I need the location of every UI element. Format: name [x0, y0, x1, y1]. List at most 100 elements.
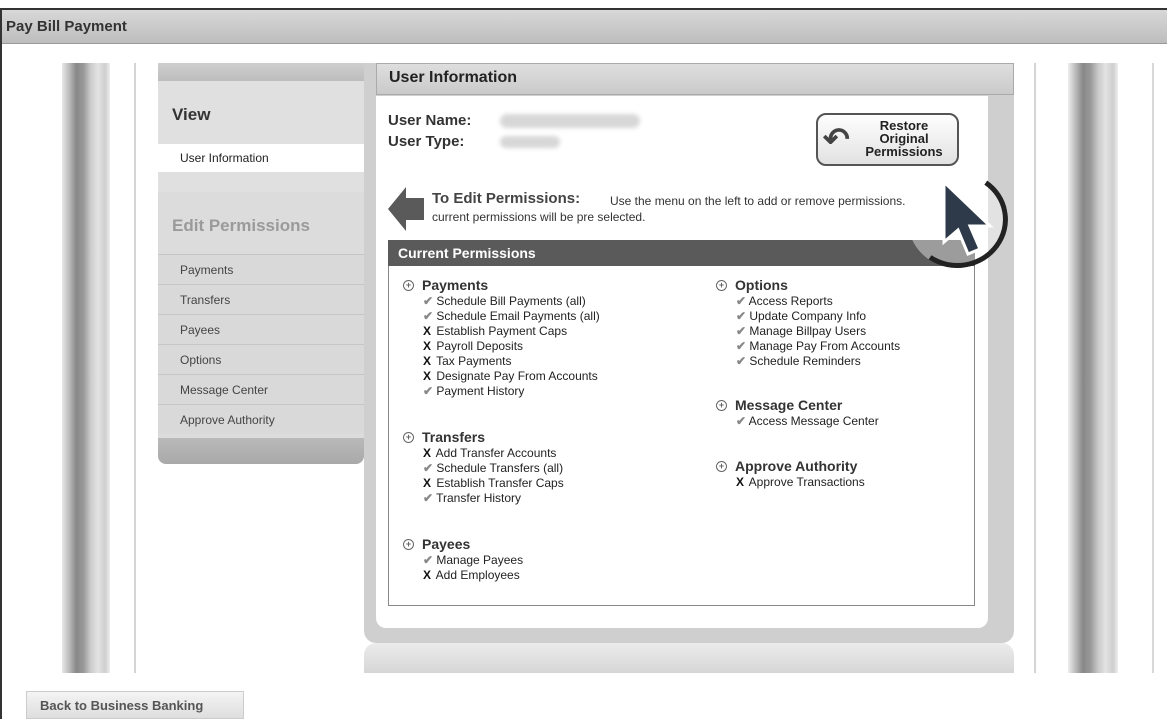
permission-item: X Add Transfer Accounts: [403, 446, 564, 461]
permission-group-title[interactable]: + Options: [716, 276, 900, 294]
permission-group-label: Payments: [422, 277, 489, 293]
decorative-stripes-left: [62, 63, 110, 673]
permission-label: Schedule Email Payments (all): [436, 309, 600, 323]
permission-label: Add Employees: [435, 568, 520, 582]
back-button-label: Back to Business Banking: [40, 698, 204, 713]
permission-item: X Approve Transactions: [716, 475, 865, 490]
expand-icon[interactable]: +: [716, 399, 727, 411]
sidebar-edit-heading: Edit Permissions: [172, 216, 310, 235]
x-icon: X: [423, 339, 432, 353]
permission-item: X Add Employees: [403, 568, 523, 583]
permission-group-title[interactable]: + Payments: [403, 276, 600, 294]
page-title: User Information: [389, 69, 518, 86]
sidebar-item-label: User Information: [180, 151, 269, 165]
window-title: Pay Bill Payment: [6, 18, 127, 35]
sidebar-item-label: Transfers: [180, 293, 231, 307]
x-icon: X: [736, 475, 745, 489]
permission-group-label: Options: [735, 277, 788, 293]
x-icon: X: [423, 568, 432, 582]
edit-permissions-title: To Edit Permissions:: [432, 190, 581, 207]
left-arrow-icon: [388, 187, 424, 231]
back-to-business-banking-button[interactable]: Back to Business Banking: [26, 691, 244, 719]
user-name-label: User Name:: [388, 112, 472, 129]
permission-item: ✔ Update Company Info: [716, 309, 900, 324]
permission-item: X Payroll Deposits: [403, 339, 600, 354]
permission-group-title[interactable]: + Approve Authority: [716, 457, 865, 475]
permission-item: ✔ Transfer History: [403, 491, 564, 506]
decorative-stripes-right: [1068, 63, 1118, 673]
permission-label: Approve Transactions: [748, 475, 865, 489]
expand-icon[interactable]: +: [716, 279, 727, 291]
divider-line: [1034, 63, 1036, 673]
current-permissions-title: Current Permissions: [398, 245, 536, 261]
permission-item: ✔ Manage Payees: [403, 553, 523, 568]
sidebar-item-payments[interactable]: Payments: [158, 254, 364, 284]
permission-label: Establish Payment Caps: [436, 324, 568, 338]
x-icon: X: [423, 476, 432, 490]
restore-original-permissions-button[interactable]: ↶ Restore Original Permissions: [816, 113, 959, 166]
x-icon: X: [423, 446, 432, 460]
permission-group-title[interactable]: + Message Center: [716, 396, 879, 414]
permission-item: ✔ Schedule Reminders: [716, 354, 900, 369]
x-icon: X: [423, 369, 432, 383]
sidebar-item-approve-authority[interactable]: Approve Authority: [158, 404, 364, 434]
check-icon: ✔: [736, 354, 747, 368]
restore-arrow-icon: ↶: [823, 121, 850, 157]
permission-label: Designate Pay From Accounts: [436, 369, 598, 383]
check-icon: ✔: [736, 324, 747, 338]
permission-item: ✔ Schedule Transfers (all): [403, 461, 564, 476]
expand-icon[interactable]: +: [403, 431, 414, 443]
permission-group-label: Message Center: [735, 397, 843, 413]
permission-label: Add Transfer Accounts: [435, 446, 557, 460]
permission-label: Schedule Reminders: [749, 354, 861, 368]
permission-item: X Designate Pay From Accounts: [403, 369, 600, 384]
title-bar: Pay Bill Payment: [2, 10, 1167, 44]
permission-group-label: Transfers: [422, 429, 486, 445]
sidebar-item-label: Approve Authority: [180, 413, 275, 427]
user-type-label: User Type:: [388, 133, 465, 150]
edit-permissions-description: Use the menu on the left to add or remov…: [610, 194, 906, 208]
sidebar-item-label: Options: [180, 353, 222, 367]
sidebar-item-options[interactable]: Options: [158, 344, 364, 374]
check-icon: ✔: [423, 553, 434, 567]
sidebar-item-payees[interactable]: Payees: [158, 314, 364, 344]
permission-item: X Establish Payment Caps: [403, 324, 600, 339]
current-permissions-header: Current Permissions: [388, 240, 975, 266]
sidebar-bottom-bar: [158, 438, 364, 464]
user-name-value-redacted: [500, 114, 640, 128]
sidebar-item-user-information[interactable]: User Information: [158, 144, 364, 172]
expand-icon[interactable]: +: [403, 538, 414, 550]
user-type-value-redacted: [500, 136, 560, 148]
permission-group-message-center: + Message Center ✔ Access Message Center: [716, 396, 879, 429]
permission-item: ✔ Schedule Bill Payments (all): [403, 294, 600, 309]
check-icon: ✔: [736, 339, 747, 353]
permission-group-payees: + Payees ✔ Manage Payees X Add Employees: [403, 535, 523, 583]
permission-group-title[interactable]: + Payees: [403, 535, 523, 553]
sidebar-item-message-center[interactable]: Message Center: [158, 374, 364, 404]
check-icon: ✔: [736, 414, 747, 428]
check-icon: ✔: [423, 461, 434, 475]
sidebar-item-transfers[interactable]: Transfers: [158, 284, 364, 314]
expand-icon[interactable]: +: [403, 279, 414, 291]
permission-label: Transfer History: [436, 491, 522, 505]
sidebar-item-label: Payees: [180, 323, 221, 337]
mouse-pointer-icon: [942, 180, 994, 256]
main-bottom-bar: [364, 643, 1014, 673]
permission-label: Payroll Deposits: [436, 339, 524, 353]
x-icon: X: [423, 324, 432, 338]
permission-label: Establish Transfer Caps: [436, 476, 564, 490]
expand-icon[interactable]: +: [716, 460, 727, 472]
restore-button-label: Restore Original Permissions: [865, 118, 943, 159]
sidebar-item-label: Message Center: [180, 383, 269, 397]
permission-label: Manage Billpay Users: [749, 324, 867, 338]
permission-label: Manage Payees: [436, 553, 524, 567]
permission-group-payments: + Payments ✔ Schedule Bill Payments (all) ✔…: [403, 276, 600, 399]
permission-group-title[interactable]: + Transfers: [403, 428, 564, 446]
sidebar-item-label: Payments: [180, 263, 234, 277]
main-header: User Information: [376, 63, 1014, 95]
permission-label: Update Company Info: [749, 309, 867, 323]
permission-item: ✔ Manage Pay From Accounts: [716, 339, 900, 354]
permission-group-label: Approve Authority: [735, 458, 858, 474]
sidebar-view-heading: View: [172, 105, 211, 124]
permission-label: Schedule Bill Payments (all): [436, 294, 586, 308]
